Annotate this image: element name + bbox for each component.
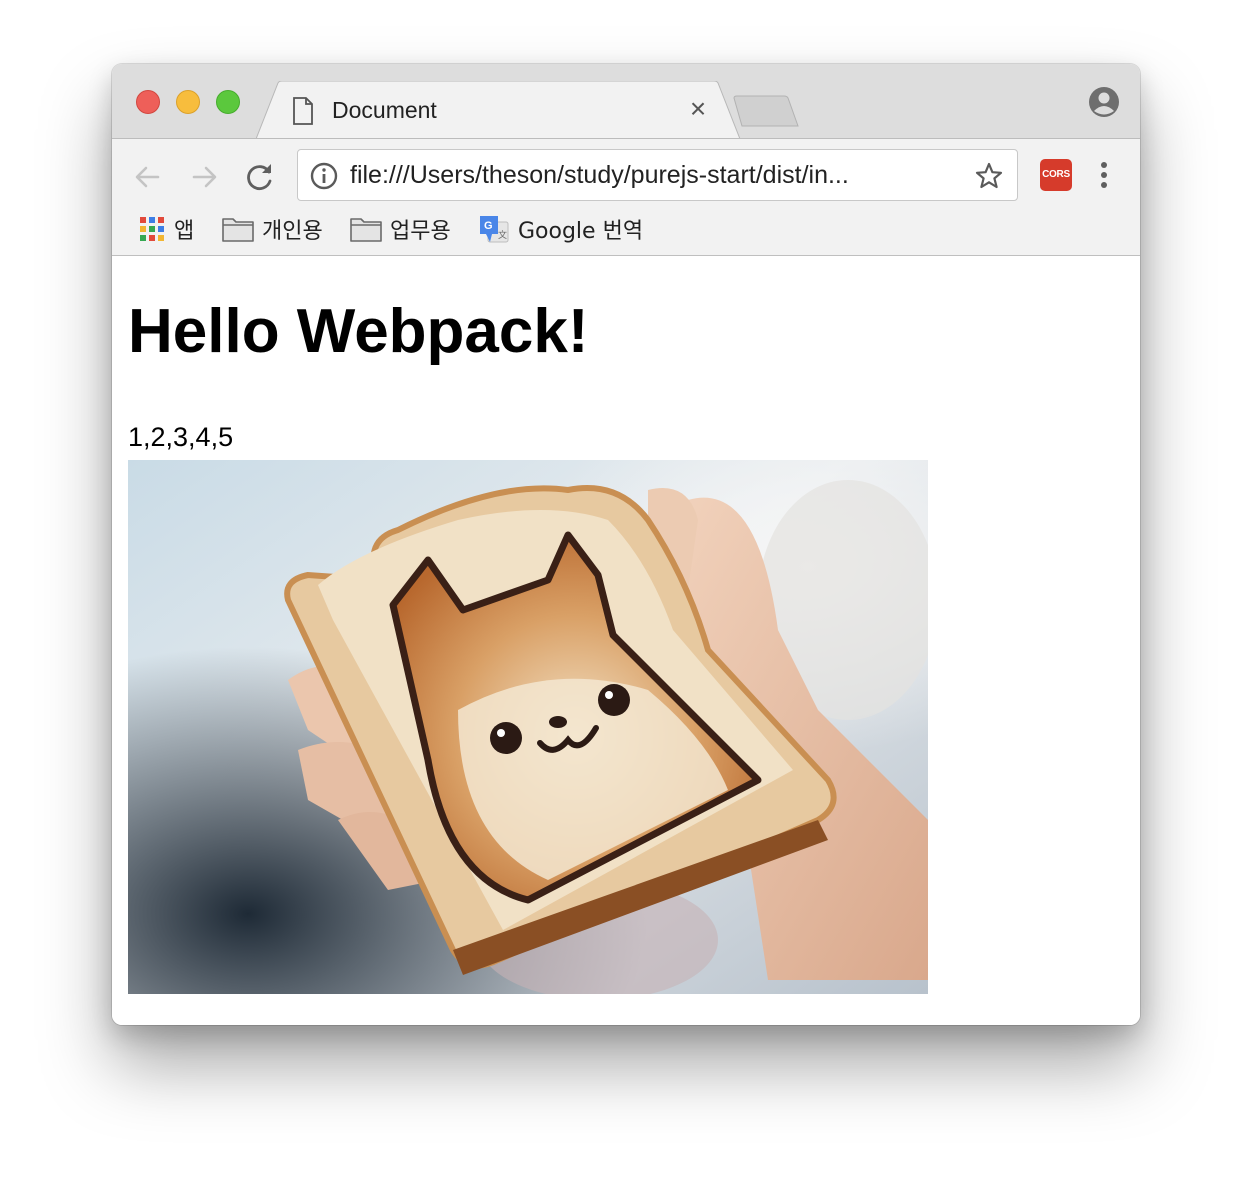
browser-toolbar: file:///Users/theson/study/purejs-start/… [112, 138, 1140, 256]
window-minimize-button[interactable] [176, 90, 200, 114]
forward-arrow-icon[interactable] [186, 159, 222, 195]
window-close-button[interactable] [136, 90, 160, 114]
numbers-text: 1,2,3,4,5 [128, 422, 234, 452]
bookmark-google-translate[interactable]: G 文 Google 번역 [478, 213, 643, 245]
bookmark-label: 업무용 [390, 219, 451, 244]
shiba-toast-photo [128, 460, 928, 994]
apps-grid-icon [140, 217, 164, 241]
document-icon [293, 97, 313, 125]
google-translate-icon: G 文 [480, 216, 509, 243]
page-content: Hello Webpack! 1,2,3,4,5 [112, 256, 1140, 1025]
title-bar: Document × [112, 64, 1140, 139]
profile-icon[interactable] [1088, 86, 1120, 118]
folder-icon [350, 218, 382, 242]
bookmark-label: 앱 [174, 219, 195, 244]
svg-text:文: 文 [498, 229, 507, 241]
window-maximize-button[interactable] [216, 90, 240, 114]
tab-close-icon[interactable]: × [686, 95, 710, 123]
tab-document[interactable]: Document × [256, 81, 742, 139]
bookmark-star-icon[interactable] [974, 161, 1004, 191]
bookmark-label: Google 번역 [518, 219, 644, 244]
info-icon[interactable] [310, 162, 338, 190]
url-text: file:///Users/theson/study/purejs-start/… [350, 161, 849, 189]
browser-window: Document × file:///Users/theson/study/pu… [112, 64, 1140, 1025]
more-menu-icon[interactable] [1092, 159, 1116, 191]
address-bar[interactable]: file:///Users/theson/study/purejs-start/… [297, 149, 1018, 201]
bookmark-folder-work[interactable]: 업무용 [350, 213, 451, 245]
bookmark-apps[interactable]: 앱 [138, 213, 194, 245]
new-tab-button[interactable] [730, 94, 804, 130]
folder-icon [222, 218, 254, 242]
svg-text:G: G [484, 220, 493, 232]
bookmarks-bar: 앱 개인용 업무용 G 文 Google 번역 [112, 209, 1140, 249]
bookmark-label: 개인용 [262, 219, 323, 244]
page-heading: Hello Webpack! [128, 297, 589, 366]
cors-extension-icon[interactable]: CORS [1040, 159, 1072, 191]
back-arrow-icon[interactable] [130, 159, 166, 195]
tab-title: Document [332, 97, 437, 123]
tab-background [256, 81, 741, 139]
reload-icon[interactable] [242, 159, 278, 195]
bookmark-folder-personal[interactable]: 개인용 [222, 213, 323, 245]
